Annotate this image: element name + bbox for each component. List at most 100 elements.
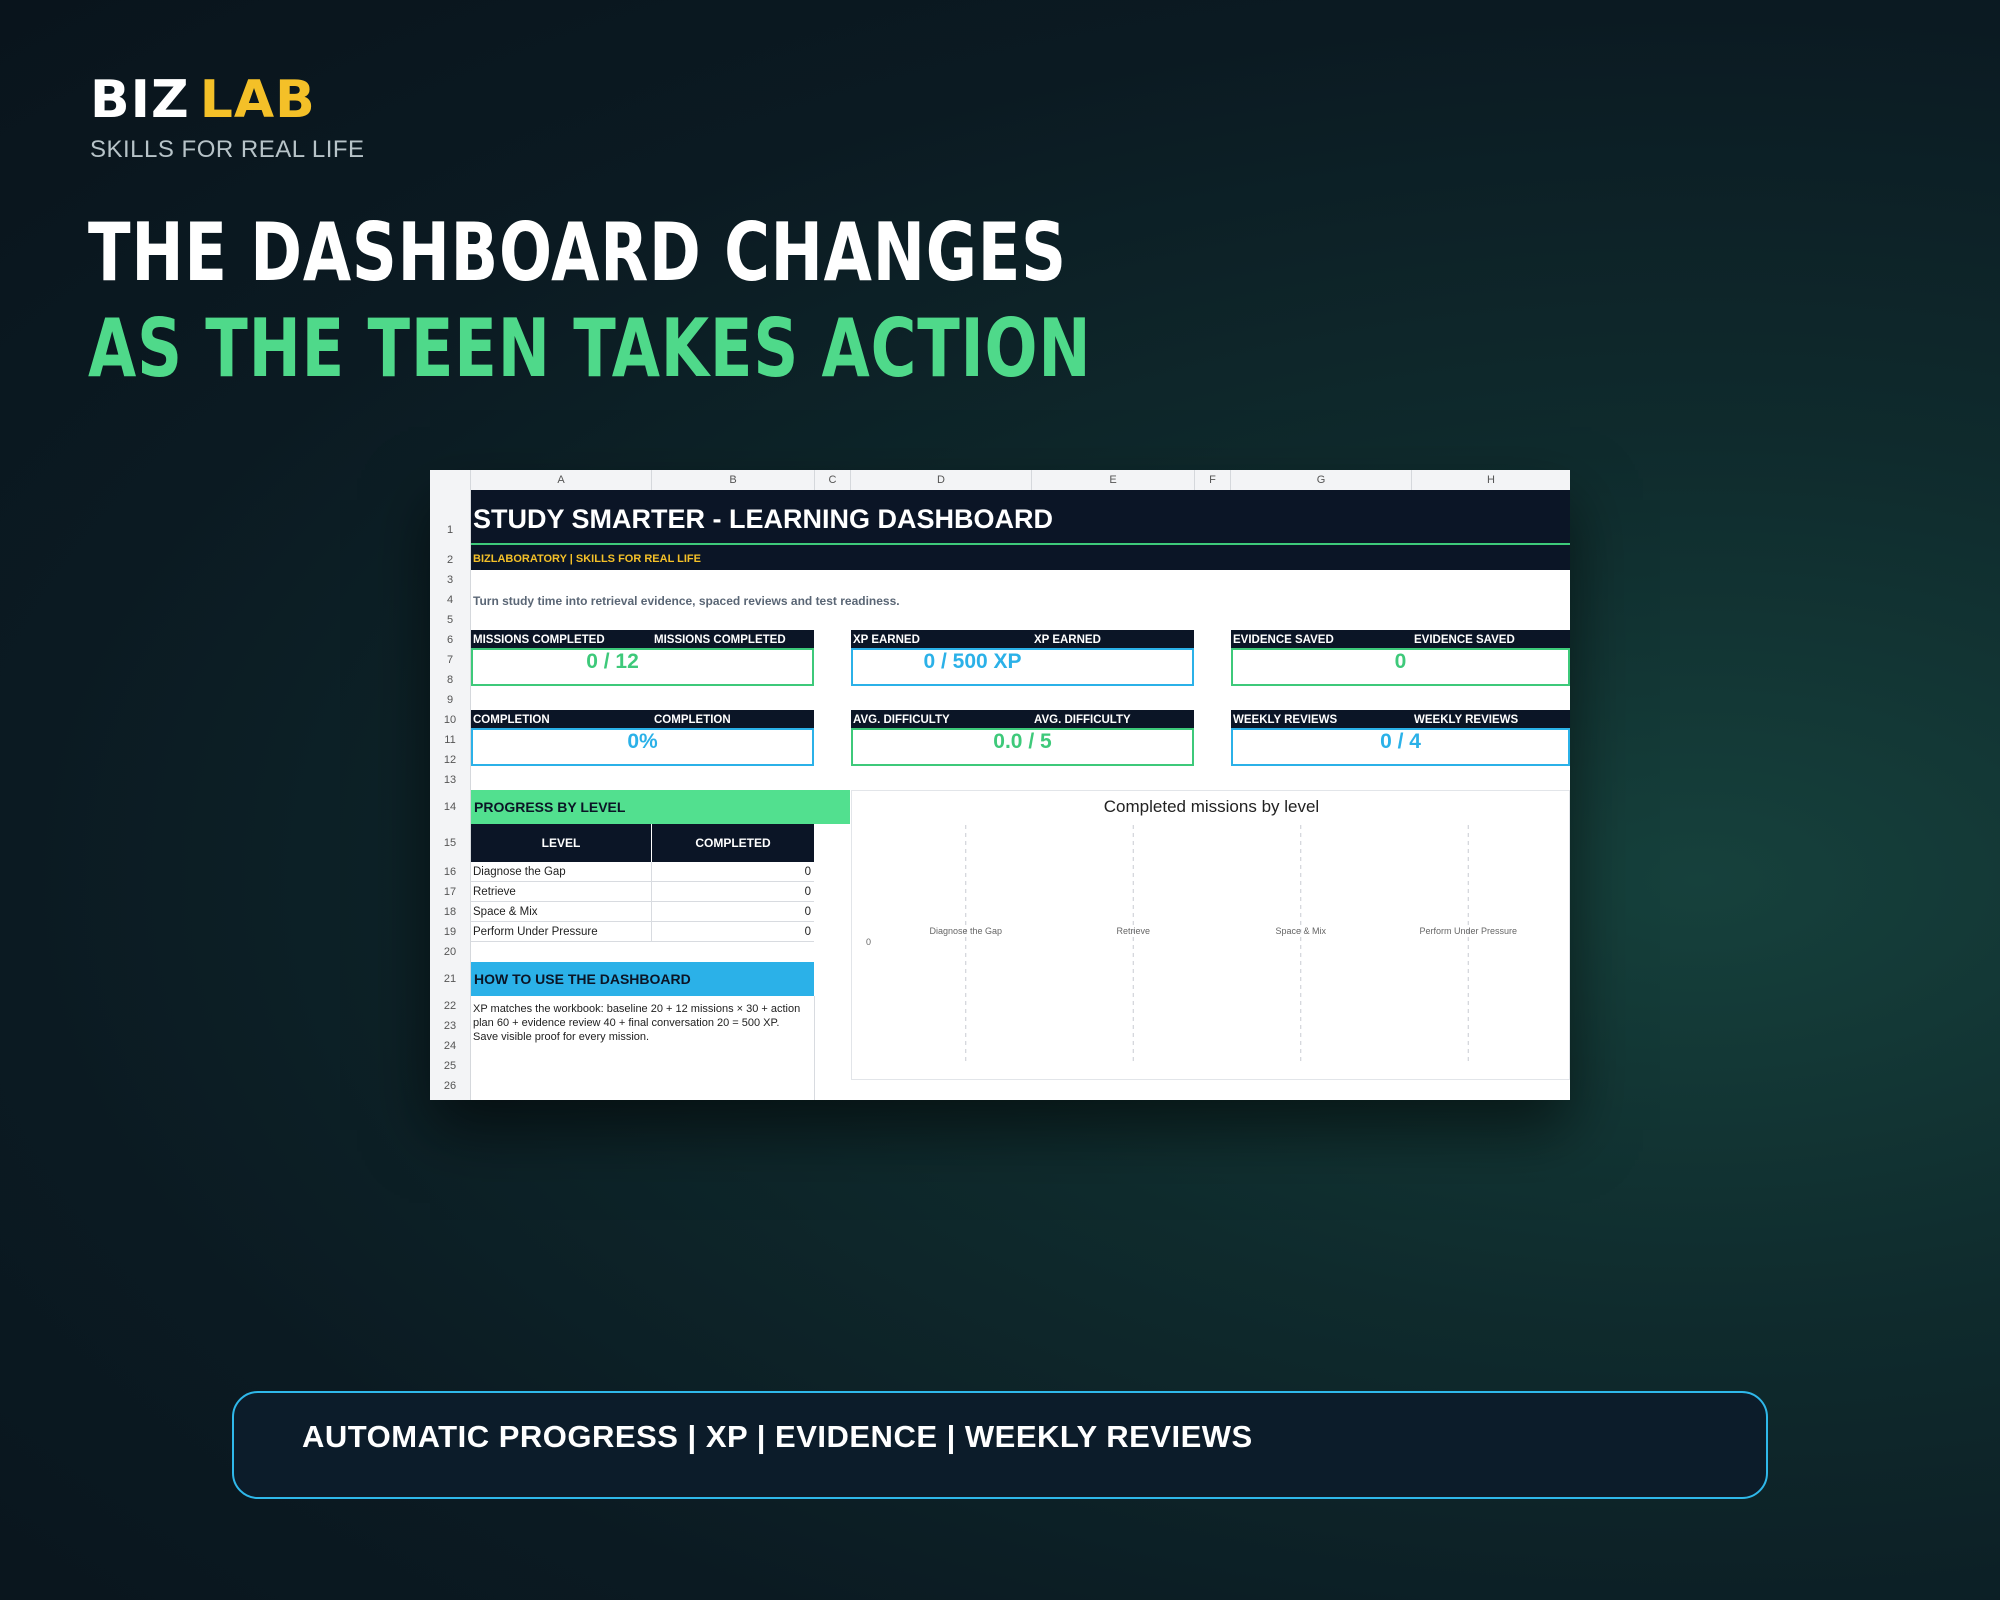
row-header-3[interactable]: 3 [430,570,470,590]
row-header-19[interactable]: 19 [430,922,470,942]
kpi-completion[interactable]: 0% [471,728,814,766]
column-header-g[interactable]: G [1231,470,1412,490]
kpi-label: WEEKLY REVIEWS [1233,714,1338,726]
table-cell-completed[interactable]: 0 [652,882,814,902]
row-header-2[interactable]: 2 [430,550,470,570]
row-header-20[interactable]: 20 [430,942,470,962]
headline-line-1: THE DASHBOARD CHANGES [88,206,1067,299]
column-divider [814,996,815,1100]
chart-plot: 0 Diagnose the Gap Retrieve Space & Mix Perf… [866,825,1517,1061]
brand-tagline: SKILLS FOR REAL LIFE [90,136,365,163]
row-header-14[interactable]: 14 [430,790,470,824]
row-header-6[interactable]: 6 [430,630,470,650]
kpi-label-b: EVIDENCE SAVED [1414,634,1515,646]
kpi-avg-difficulty[interactable]: 0.0 / 5 [851,728,1194,766]
row-header-18[interactable]: 18 [430,902,470,922]
table-cell-level[interactable]: Space & Mix [471,902,652,922]
headline: THE DASHBOARD CHANGES AS THE TEEN TAKES … [88,205,1091,397]
row-header-10[interactable]: 10 [430,710,470,730]
kpi-label-b: WEEKLY REVIEWS [1414,714,1519,726]
category-label: Perform Under Pressure [1419,926,1517,936]
kpi-value: 0.0 / 5 [993,730,1052,753]
kpi-value: 0% [627,730,658,753]
kpi-label: EVIDENCE SAVED [1233,634,1334,646]
row-header-25[interactable]: 25 [430,1056,470,1076]
row-header-16[interactable]: 16 [430,862,470,882]
dashboard-subtitle[interactable]: BIZLABORATORY | SKILLS FOR REAL LIFE [473,553,701,565]
row-header-26[interactable]: 26 [430,1076,470,1096]
kpi-value: 0 / 12 [586,650,639,673]
row-header-11[interactable]: 11 [430,730,470,750]
kpi-weekly-reviews[interactable]: 0 / 4 [1231,728,1570,766]
row-header-21[interactable]: 21 [430,962,470,996]
bizlab-wordmark: BIZ LAB [90,72,365,128]
kpi-label: XP EARNED [853,634,920,646]
progress-by-level-header[interactable]: PROGRESS BY LEVEL [471,790,850,824]
table-header-completed[interactable]: COMPLETED [652,824,814,862]
corner-cell[interactable] [430,470,471,490]
row-header-9[interactable]: 9 [430,690,470,710]
kpi-evidence-saved[interactable]: 0 [1231,648,1570,686]
category-label: Retrieve [1116,926,1150,936]
kpi-value: 0 [1394,650,1407,673]
row-header-15[interactable]: 15 [430,824,470,862]
table-cell-completed[interactable]: 0 [652,862,814,882]
kpi-header-completion: COMPLETION COMPLETION [471,710,814,728]
table-cell-completed[interactable]: 0 [652,922,814,942]
kpi-xp-earned[interactable]: 0 / 500 XP [851,648,1194,686]
row-header-1[interactable]: 1 [430,510,470,550]
title-divider [471,543,1570,545]
row-header-4[interactable]: 4 [430,590,470,610]
row-header-22[interactable]: 22 [430,996,470,1016]
table-cell-level[interactable]: Perform Under Pressure [471,922,652,942]
table-header-level[interactable]: LEVEL [471,824,651,862]
kpi-missions-completed[interactable]: 0 / 12 [471,648,814,686]
kpi-header-difficulty: AVG. DIFFICULTY AVG. DIFFICULTY [851,710,1194,728]
feature-banner: AUTOMATIC PROGRESS | XP | EVIDENCE | WEE… [232,1391,1768,1499]
kpi-label: AVG. DIFFICULTY [853,714,950,726]
brand-logo: BIZ LAB SKILLS FOR REAL LIFE [90,72,365,164]
intro-text[interactable]: Turn study time into retrieval evidence,… [473,594,900,608]
kpi-label-b: AVG. DIFFICULTY [1034,714,1131,726]
kpi-value: 0 / 500 XP [923,650,1022,673]
logo-biz: BIZ [90,70,190,130]
dashboard-title[interactable]: STUDY SMARTER - LEARNING DASHBOARD [473,504,1053,535]
kpi-label: MISSIONS COMPLETED [473,634,605,646]
headline-line-2: AS THE TEEN TAKES ACTION [88,302,1092,395]
column-header-c[interactable]: C [815,470,851,490]
kpi-value: 0 / 4 [1380,730,1421,753]
row-header-24[interactable]: 24 [430,1036,470,1056]
table-cell-completed[interactable]: 0 [652,902,814,922]
kpi-label-b: COMPLETION [654,714,731,726]
row-header-5[interactable]: 5 [430,610,470,630]
table-cell-level[interactable]: Diagnose the Gap [471,862,652,882]
logo-lab: LAB [199,70,316,130]
row-header-12[interactable]: 12 [430,750,470,770]
kpi-label-b: MISSIONS COMPLETED [654,634,786,646]
kpi-label: COMPLETION [473,714,550,726]
chart-completed-missions[interactable]: Completed missions by level 0 Diagnose th… [851,790,1570,1080]
kpi-header-xp: XP EARNED XP EARNED [851,630,1194,648]
spreadsheet-screenshot: A B C D E F G H 1 2 3 4 5 6 7 8 9 10 11 … [430,470,1570,1100]
how-to-use-header[interactable]: HOW TO USE THE DASHBOARD [471,962,814,996]
kpi-header-evidence: EVIDENCE SAVED EVIDENCE SAVED [1231,630,1570,648]
column-header-a[interactable]: A [471,470,652,490]
kpi-label-b: XP EARNED [1034,634,1101,646]
how-to-use-text[interactable]: XP matches the workbook: baseline 20 + 1… [473,1002,803,1044]
category-label: Diagnose the Gap [929,926,1002,936]
column-header-d[interactable]: D [851,470,1032,490]
row-header-23[interactable]: 23 [430,1016,470,1036]
column-header-f[interactable]: F [1195,470,1231,490]
column-header-e[interactable]: E [1032,470,1195,490]
row-header-17[interactable]: 17 [430,882,470,902]
column-header-row: A B C D E F G H [430,470,1570,491]
table-cell-level[interactable]: Retrieve [471,882,652,902]
kpi-header-weekly: WEEKLY REVIEWS WEEKLY REVIEWS [1231,710,1570,728]
y-tick-label: 0 [866,937,871,947]
row-header-13[interactable]: 13 [430,770,470,790]
column-header-b[interactable]: B [652,470,815,490]
column-header-h[interactable]: H [1412,470,1570,490]
feature-banner-text: AUTOMATIC PROGRESS | XP | EVIDENCE | WEE… [302,1419,1253,1454]
kpi-header-missions: MISSIONS COMPLETED MISSIONS COMPLETED [471,630,814,648]
category-label: Space & Mix [1275,926,1326,936]
